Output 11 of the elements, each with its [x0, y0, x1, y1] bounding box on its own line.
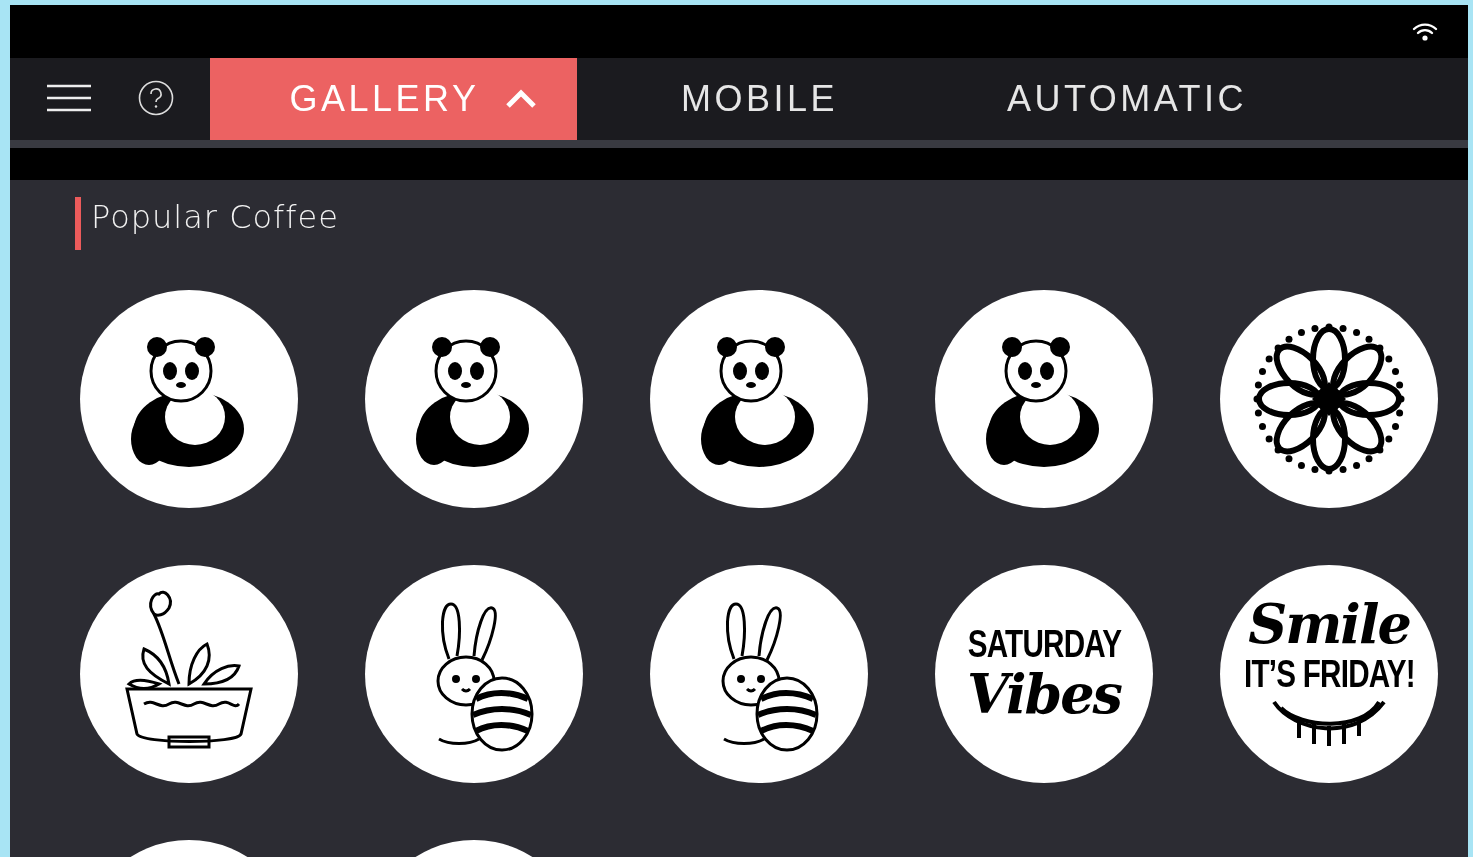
design-lettering: Vibes [967, 664, 1121, 724]
design-lettering: Smile [1248, 594, 1410, 654]
nav-tab[interactable]: AUTOMATIC [942, 58, 1312, 140]
caret-icon [505, 89, 538, 109]
design-tile[interactable]: SATURDAY Vibes [935, 565, 1153, 783]
design-lettering: IT’S FRIDAY! [1243, 654, 1415, 694]
design-lettering: SATURDAY [967, 624, 1121, 664]
section-title: Popular Coffee [91, 198, 339, 236]
design-tile[interactable]: Smile IT’S FRIDAY! [1220, 565, 1438, 783]
nav-tab[interactable]: MOBILE [577, 58, 942, 140]
wifi-icon [1412, 21, 1438, 42]
